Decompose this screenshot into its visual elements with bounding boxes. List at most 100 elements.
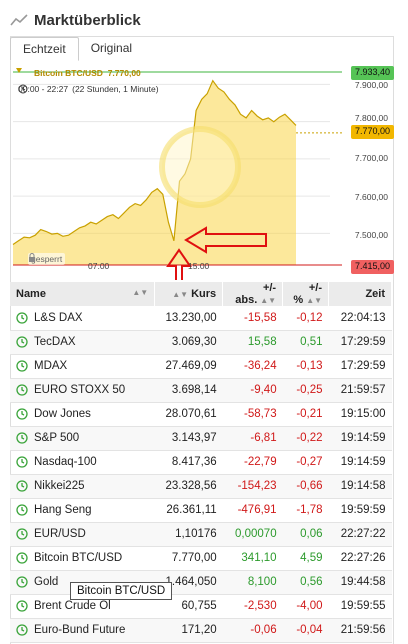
current-price-badge: 7.770,00 (350, 125, 394, 139)
cell-pct: -0,04 (282, 618, 329, 643)
chart-time-range: 00:00 - 22:27 (22 Stunden, 1 Minute) (18, 84, 159, 94)
cell-zeit: 19:14:58 (328, 474, 392, 499)
table-row[interactable]: S&P 500 3.143,97 -6,81 -0,22 19:14:59 (10, 426, 392, 451)
row-name[interactable]: EUR/USD (34, 528, 86, 540)
cell-name[interactable]: Dow Jones (10, 402, 155, 427)
clock-icon (16, 456, 28, 468)
cell-abs: -58,73 (222, 402, 283, 427)
cell-pct: -0,22 (282, 426, 329, 451)
row-name[interactable]: L&S DAX (34, 312, 83, 324)
table-row[interactable]: MDAX 27.469,09 -36,24 -0,13 17:29:59 (10, 354, 392, 379)
col-header-abs[interactable]: +/- abs. ▲▼ (222, 282, 284, 306)
cell-pct: 0,06 (282, 522, 329, 547)
cell-pct: -0,13 (282, 354, 329, 379)
cell-kurs: 13.230,00 (154, 306, 223, 331)
cell-abs: 341,10 (222, 546, 283, 571)
table-row[interactable]: Nasdaq-100 8.417,36 -22,79 -0,27 19:14:59 (10, 450, 392, 475)
cell-pct: -0,21 (282, 402, 329, 427)
clock-icon (16, 312, 28, 324)
cell-name[interactable]: Hang Seng (10, 498, 155, 523)
cell-name[interactable]: EURO STOXX 50 (10, 378, 155, 403)
cell-kurs: 23.328,56 (154, 474, 223, 499)
col-header-pct[interactable]: +/- % ▲▼ (282, 282, 330, 306)
table-row[interactable]: L&S DAX 13.230,00 -15,58 -0,12 22:04:13 (10, 306, 392, 331)
price-chart[interactable]: Bitcoin BTC/USD 7.770,00 00:00 - 22:27 (… (10, 60, 398, 282)
lock-icon (29, 253, 35, 262)
cell-abs: -15,58 (222, 306, 283, 331)
tab-bar: Echtzeit Original (10, 37, 144, 61)
cell-zeit: 19:59:59 (328, 498, 392, 523)
clock-icon (16, 552, 28, 564)
cell-pct: 4,59 (282, 546, 329, 571)
table-row[interactable]: EURO STOXX 50 3.698,14 -9,40 -0,25 21:59:57 (10, 378, 392, 403)
cell-zeit: 19:59:55 (328, 594, 392, 619)
table-row[interactable]: TecDAX 3.069,30 15,58 0,51 17:29:59 (10, 330, 392, 355)
y-tick: 7.500,00 (354, 230, 388, 240)
table-row[interactable]: Brent Crude Ol 60,755 -2,530 -4,00 19:59:55 (10, 594, 392, 619)
col-header-zeit[interactable]: Zeit (328, 282, 392, 306)
cell-name[interactable]: Nasdaq-100 (10, 450, 155, 475)
cell-pct: -1,78 (282, 498, 329, 523)
row-name[interactable]: MDAX (34, 360, 67, 372)
table-row[interactable]: Gold 1.464,050 8,100 0,56 19:44:58 (10, 570, 392, 595)
cell-kurs: 27.469,09 (154, 354, 223, 379)
table-row[interactable]: Hang Seng 26.361,11 -476,91 -1,78 19:59:59 (10, 498, 392, 523)
row-name[interactable]: Bitcoin BTC/USD (34, 552, 122, 564)
tab-echtzeit[interactable]: Echtzeit (10, 37, 79, 61)
cell-abs: 15,58 (222, 330, 283, 355)
x-tick: 07:00 (88, 261, 110, 271)
row-name[interactable]: Hang Seng (34, 504, 92, 516)
row-name[interactable]: Nikkei225 (34, 480, 85, 492)
cell-zeit: 22:27:26 (328, 546, 392, 571)
table-row[interactable]: Euro-Bund Future 171,20 -0,06 -0,04 21:59:56 (10, 618, 392, 643)
cell-name[interactable]: Nikkei225 (10, 474, 155, 499)
cell-name[interactable]: TecDAX (10, 330, 155, 355)
cell-zeit: 19:44:58 (328, 570, 392, 595)
table-row[interactable]: Dow Jones 28.070,61 -58,73 -0,21 19:15:00 (10, 402, 392, 427)
cell-pct: -0,66 (282, 474, 329, 499)
clock-icon (16, 600, 28, 612)
cell-kurs: 28.070,61 (154, 402, 223, 427)
row-name[interactable]: EURO STOXX 50 (34, 384, 125, 396)
tab-original[interactable]: Original (79, 37, 144, 61)
low-price-badge: 7.415,00 (350, 260, 394, 274)
area-fill (13, 80, 296, 265)
row-name[interactable]: Gold (34, 576, 58, 588)
cell-kurs: 1,10176 (154, 522, 223, 547)
row-name[interactable]: TecDAX (34, 336, 76, 348)
cell-kurs: 8.417,36 (154, 450, 223, 475)
cell-abs: -9,40 (222, 378, 283, 403)
cell-pct: -0,25 (282, 378, 329, 403)
clock-icon (16, 336, 28, 348)
y-tick: 7.700,00 (354, 153, 388, 163)
cell-zeit: 19:14:59 (328, 450, 392, 475)
col-header-kurs[interactable]: ▲▼ Kurs (154, 282, 224, 306)
row-name[interactable]: S&P 500 (34, 432, 79, 444)
cell-pct: 0,51 (282, 330, 329, 355)
cell-name[interactable]: L&S DAX (10, 306, 155, 331)
cell-zeit: 22:04:13 (328, 306, 392, 331)
col-header-name[interactable]: Name ▲▼ (10, 282, 156, 306)
row-name[interactable]: Euro-Bund Future (34, 624, 125, 636)
cell-name[interactable]: EUR/USD (10, 522, 155, 547)
cell-name[interactable]: Bitcoin BTC/USD (10, 546, 155, 571)
chart-trend-icon (10, 14, 28, 26)
table-row[interactable]: EUR/USD 1,10176 0,00070 0,06 22:27:22 (10, 522, 392, 547)
cell-zeit: 21:59:57 (328, 378, 392, 403)
table-row[interactable]: Bitcoin BTC/USD 7.770,00 341,10 4,59 22:27:2… (10, 546, 392, 571)
cell-name[interactable]: Euro-Bund Future (10, 618, 155, 643)
cell-abs: -22,79 (222, 450, 283, 475)
clock-icon (16, 576, 28, 588)
row-name[interactable]: Nasdaq-100 (34, 456, 97, 468)
header: Marktüberblick (10, 8, 141, 32)
row-name[interactable]: Dow Jones (34, 408, 91, 420)
table-row[interactable]: Nikkei225 23.328,56 -154,23 -0,66 19:14:58 (10, 474, 392, 499)
row-name[interactable]: Brent Crude Ol (34, 600, 111, 612)
y-tick: 7.800,00 (354, 113, 388, 123)
cell-name[interactable]: MDAX (10, 354, 155, 379)
cell-kurs: 3.069,30 (154, 330, 223, 355)
cell-zeit: 22:27:22 (328, 522, 392, 547)
cell-name[interactable]: S&P 500 (10, 426, 155, 451)
cell-zeit: 17:29:59 (328, 354, 392, 379)
cell-abs: 0,00070 (222, 522, 283, 547)
